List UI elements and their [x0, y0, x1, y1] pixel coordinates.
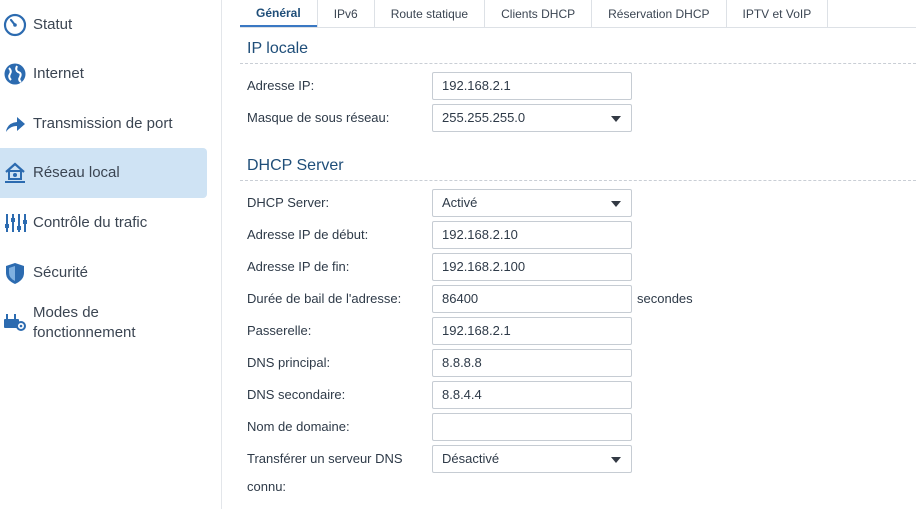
sidebar-item-transmission-de-port[interactable]: Transmission de port: [0, 99, 207, 149]
dhcp-server-select[interactable]: Activé: [432, 189, 632, 217]
sidebar: Statut Internet Transmission de port Rés…: [0, 0, 222, 509]
globe-icon: [3, 62, 27, 86]
sidebar-item-label: Internet: [33, 65, 84, 82]
forward-dns-value: Désactivé: [442, 451, 500, 466]
lease-time-unit: secondes: [637, 291, 693, 306]
section-divider: [240, 63, 916, 64]
sidebar-item-reseau-local[interactable]: Réseau local: [0, 148, 207, 198]
end-ip-label: Adresse IP de fin:: [247, 259, 350, 274]
start-ip-label: Adresse IP de début:: [247, 227, 369, 242]
tab-iptv-voip[interactable]: IPTV et VoIP: [725, 0, 829, 27]
sidebar-item-statut[interactable]: Statut: [0, 0, 207, 50]
sidebar-item-label: Transmission de port: [33, 115, 173, 132]
sidebar-item-label-line2: fonctionnement: [33, 324, 136, 341]
tab-general[interactable]: Général: [240, 0, 317, 27]
sidebar-item-label: Contrôle du trafic: [33, 214, 148, 231]
section-title-ip-locale: IP locale: [247, 40, 309, 57]
gateway-label: Passerelle:: [247, 323, 312, 338]
speedometer-icon: [3, 13, 27, 37]
sliders-icon: [3, 211, 27, 235]
lease-time-label: Durée de bail de l'adresse:: [247, 291, 402, 306]
sidebar-item-securite[interactable]: Sécurité: [0, 248, 207, 298]
primary-dns-label: DNS principal:: [247, 355, 331, 370]
sidebar-item-internet[interactable]: Internet: [0, 49, 207, 99]
tab-ipv6[interactable]: IPv6: [316, 0, 374, 27]
tab-route-statique[interactable]: Route statique: [373, 0, 484, 27]
ip-address-input[interactable]: 192.168.2.1: [432, 72, 632, 100]
sidebar-item-controle-du-trafic[interactable]: Contrôle du trafic: [0, 198, 207, 248]
forward-arrow-icon: [3, 112, 27, 136]
secondary-dns-input[interactable]: 8.8.4.4: [432, 381, 632, 409]
shield-icon: [3, 261, 27, 285]
tab-clients-dhcp[interactable]: Clients DHCP: [484, 0, 591, 27]
subnet-mask-label: Masque de sous réseau:: [247, 110, 390, 125]
lease-time-input[interactable]: 86400: [432, 285, 632, 313]
domain-name-label: Nom de domaine:: [247, 419, 350, 434]
start-ip-input[interactable]: 192.168.2.10: [432, 221, 632, 249]
sidebar-item-label: Statut: [33, 16, 73, 33]
tab-bar: Général IPv6 Route statique Clients DHCP…: [240, 0, 916, 28]
sidebar-item-label-line1: Modes de: [33, 304, 99, 321]
sidebar-item-modes-de-fonctionnement[interactable]: Modes de fonctionnement: [0, 298, 207, 348]
gateway-input[interactable]: 192.168.2.1: [432, 317, 632, 345]
forward-dns-select[interactable]: Désactivé: [432, 445, 632, 473]
tab-reservation-dhcp[interactable]: Réservation DHCP: [591, 0, 725, 27]
forward-dns-label-line1: Transférer un serveur DNS: [247, 451, 403, 466]
section-title-dhcp-server: DHCP Server: [247, 157, 344, 174]
section-divider: [240, 180, 916, 181]
sidebar-item-label: Sécurité: [33, 264, 89, 281]
router-gear-icon: [3, 310, 27, 334]
forward-dns-label-line2: connu:: [247, 479, 287, 494]
subnet-mask-select[interactable]: 255.255.255.0: [432, 104, 632, 132]
dhcp-server-label: DHCP Server:: [247, 195, 330, 210]
domain-name-input[interactable]: [432, 413, 632, 441]
primary-dns-input[interactable]: 8.8.8.8: [432, 349, 632, 377]
sidebar-item-label: Réseau local: [33, 164, 120, 181]
home-network-icon: [3, 161, 27, 185]
secondary-dns-label: DNS secondaire:: [247, 387, 346, 402]
chevron-down-icon: [611, 116, 621, 122]
ip-address-label: Adresse IP:: [247, 78, 315, 93]
dhcp-server-value: Activé: [442, 195, 478, 210]
end-ip-input[interactable]: 192.168.2.100: [432, 253, 632, 281]
chevron-down-icon: [611, 457, 621, 463]
subnet-mask-value: 255.255.255.0: [442, 110, 526, 125]
chevron-down-icon: [611, 201, 621, 207]
